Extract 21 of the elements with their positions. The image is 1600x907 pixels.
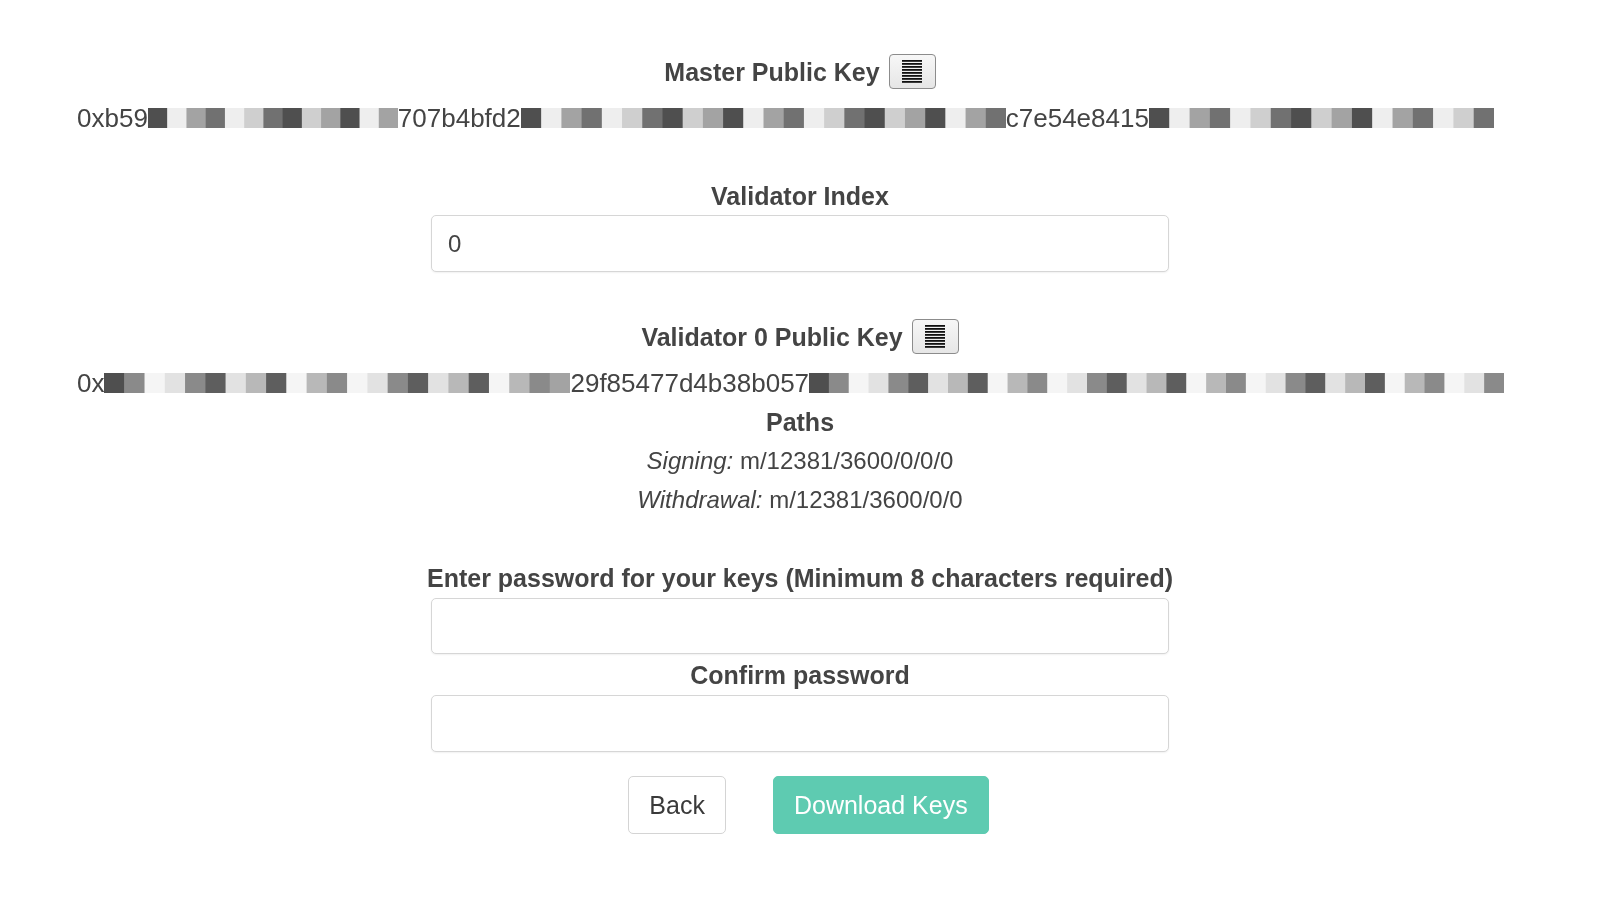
key-text: 0x [77,368,105,398]
back-button[interactable]: Back [628,776,726,834]
field-label: Enter password for your keys (Minimum 8 characters required) [426,564,1174,592]
copy-button[interactable] [911,319,959,354]
field-label: Validator Index [711,182,889,210]
field-label: Master Public Key [664,57,880,86]
key-text: 29f85477d4b38b057 [570,368,810,398]
key-text: 0xb59 [77,103,148,133]
key-text: 707b4bfd2 [397,103,521,133]
confirm-password-field[interactable] [431,695,1169,752]
paths-heading: Paths [765,408,835,436]
password-field[interactable] [431,598,1169,654]
stacked-lines-icon [902,59,923,84]
key-text: c7e54e8415 [1005,103,1149,133]
copy-button[interactable] [888,54,936,89]
stacked-lines-icon [925,324,946,349]
field-label: Confirm password [690,661,910,689]
path-text: Signing: m/12381/3600/0/0/0 [646,446,954,476]
path-text: Withdrawal: m/12381/3600/0/0 [637,485,963,515]
field-label: Validator 0 Public Key [641,322,903,351]
validator-index-field[interactable]: 0 [431,215,1169,272]
